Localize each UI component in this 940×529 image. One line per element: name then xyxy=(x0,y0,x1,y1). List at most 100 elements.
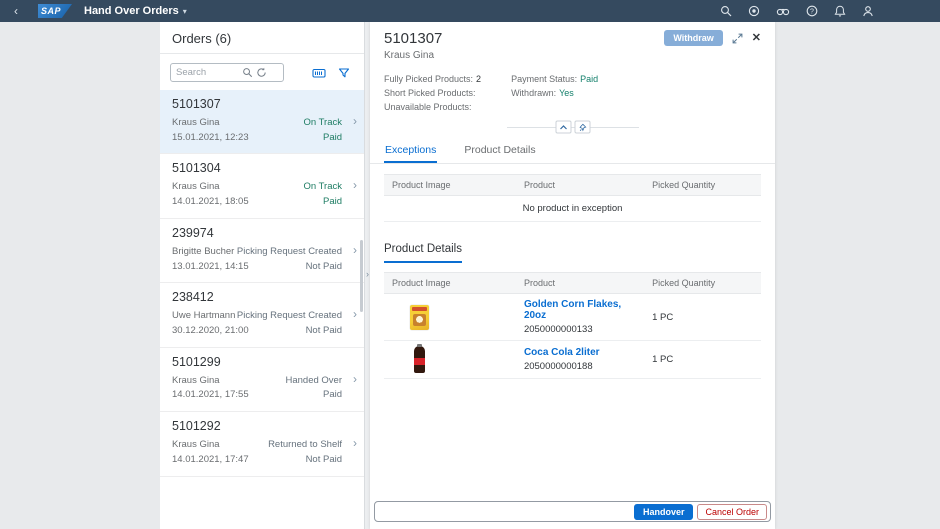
pin-icon[interactable] xyxy=(574,120,590,134)
order-payment-status: Not Paid xyxy=(305,260,342,272)
product-link[interactable]: Golden Corn Flakes, 20oz xyxy=(524,299,636,321)
chevron-right-icon: › xyxy=(353,436,357,451)
order-id: 239974 xyxy=(172,225,214,240)
orders-count-title: Orders (6) xyxy=(172,31,232,46)
order-id: 5101304 xyxy=(172,161,221,176)
app-title[interactable]: Hand Over Orders xyxy=(84,5,179,17)
order-customer: Kraus Gina xyxy=(172,181,220,193)
order-customer: Uwe Hartmann xyxy=(172,310,236,322)
chevron-right-icon: › xyxy=(353,307,357,322)
sap-logo: SAP xyxy=(38,4,72,18)
order-detail-title: 5101307 xyxy=(384,30,443,47)
copilot-icon[interactable] xyxy=(748,5,760,17)
master-header: Orders (6) xyxy=(160,22,364,54)
order-list-item[interactable]: 5101292 Kraus Gina Returned to Shelf 14.… xyxy=(160,412,364,477)
footer-scan-input[interactable] xyxy=(381,504,634,519)
master-toolbar xyxy=(160,54,364,90)
orders-master-panel: Orders (6) 51013 xyxy=(160,22,365,529)
order-status: Handed Over xyxy=(285,374,342,386)
order-list-item[interactable]: 239974 Brigitte Bucher Picking Request C… xyxy=(160,219,364,284)
fact-short-picked: Short Picked Products: xyxy=(384,88,476,99)
barcode-scan-icon[interactable] xyxy=(312,67,326,79)
withdraw-button[interactable]: Withdraw xyxy=(664,30,723,46)
product-ean: 2050000000188 xyxy=(523,361,593,373)
shell-actions: ? xyxy=(720,5,930,17)
notifications-icon[interactable] xyxy=(834,5,846,17)
detail-footer: Handover Cancel Order xyxy=(370,494,775,529)
expand-icon[interactable] xyxy=(732,33,743,44)
chevron-down-icon[interactable]: ▾ xyxy=(183,7,187,16)
order-status: On Track xyxy=(303,181,342,193)
order-payment-status: Paid xyxy=(322,131,342,143)
order-datetime: 14.01.2021, 17:47 xyxy=(172,453,249,465)
footer-bar: Handover Cancel Order xyxy=(374,501,771,522)
order-datetime: 14.01.2021, 17:55 xyxy=(172,389,249,401)
product-details-table: Product Image Product Picked Quantity Go… xyxy=(384,272,761,380)
fact-unavailable: Unavailable Products: xyxy=(384,102,472,113)
order-payment-status: Paid xyxy=(322,389,342,401)
exceptions-table: Product Image Product Picked Quantity No… xyxy=(384,174,761,223)
product-row: Coca Cola 2liter 2050000000188 1 PC xyxy=(384,340,761,380)
search-icon[interactable] xyxy=(242,67,253,78)
order-status: On Track xyxy=(303,117,342,128)
cancel-order-button[interactable]: Cancel Order xyxy=(697,503,767,520)
product-ean: 2050000000133 xyxy=(523,324,593,336)
order-datetime: 14.01.2021, 18:05 xyxy=(172,196,249,208)
toolbar-icons xyxy=(312,67,354,79)
product-row: Golden Corn Flakes, 20oz 2050000000133 1… xyxy=(384,293,761,342)
product-details-section: Product Details xyxy=(384,239,761,264)
product-link[interactable]: Coca Cola 2liter xyxy=(524,347,636,358)
help-icon[interactable]: ? xyxy=(806,5,818,17)
profile-icon[interactable] xyxy=(862,5,874,17)
products-col-picked-quantity: Picked Quantity xyxy=(644,272,761,295)
detail-tabs: Exceptions Product Details xyxy=(370,137,775,165)
tab-exceptions[interactable]: Exceptions xyxy=(384,137,438,164)
order-customer: Kraus Gina xyxy=(172,439,220,451)
order-list-item[interactable]: 5101304 Kraus Gina On Track 14.01.2021, … xyxy=(160,154,364,219)
order-status: Picking Request Created xyxy=(236,245,342,257)
order-list-item[interactable]: 5101299 Kraus Gina Handed Over 14.01.202… xyxy=(160,348,364,413)
picked-quantity: 1 PC xyxy=(644,340,761,380)
order-customer: Kraus Gina xyxy=(172,374,220,386)
order-status: Returned to Shelf xyxy=(268,439,342,451)
order-payment-status: Not Paid xyxy=(305,453,342,465)
order-customer: Brigitte Bucher xyxy=(172,245,235,257)
order-payment-status: Paid xyxy=(322,196,342,208)
shell-bar: ‹ SAP Hand Over Orders ▾ ? xyxy=(0,0,940,22)
exceptions-col-product: Product xyxy=(515,174,645,197)
collapse-header-icon[interactable] xyxy=(555,120,571,134)
search-box xyxy=(170,63,284,82)
chevron-right-icon: › xyxy=(353,371,357,386)
search-input[interactable] xyxy=(176,67,242,78)
search-icon[interactable] xyxy=(720,5,732,17)
order-list-item[interactable]: 5101307 Kraus Gina On Track 15.01.2021, … xyxy=(160,90,364,155)
header-collapse-row xyxy=(384,117,761,137)
order-detail-subtitle: Kraus Gina xyxy=(384,50,435,61)
fact-fully-picked: Fully Picked Products: 2 xyxy=(384,74,482,84)
order-status: Picking Request Created xyxy=(236,310,342,322)
order-id: 5101307 xyxy=(172,97,221,111)
exceptions-col-product-image: Product Image xyxy=(384,174,516,197)
refresh-icon[interactable] xyxy=(256,67,267,78)
order-id: 5101299 xyxy=(172,354,221,369)
picked-quantity: 1 PC xyxy=(644,293,761,342)
order-list-item[interactable]: 238412 Uwe Hartmann Picking Request Crea… xyxy=(160,283,364,348)
app-screen: ‹ SAP Hand Over Orders ▾ ? Orders (6) Se… xyxy=(0,0,940,529)
tab-product-details[interactable]: Product Details xyxy=(463,137,536,163)
product-details-title: Product Details xyxy=(384,243,462,264)
chevron-right-icon: › xyxy=(353,242,357,257)
handover-button[interactable]: Handover xyxy=(633,503,694,520)
detail-actions: Withdraw ✕ xyxy=(664,30,761,46)
header-facts: Fully Picked Products: 2 Short Picked Pro… xyxy=(384,73,761,114)
svg-text:?: ? xyxy=(810,8,814,15)
fact-withdrawn: Withdrawn: Yes xyxy=(511,88,574,99)
binoculars-icon[interactable] xyxy=(776,5,790,17)
order-payment-status: Not Paid xyxy=(305,325,342,337)
order-detail-panel: 5101307 Withdraw ✕ Kraus Gina Fully Pick… xyxy=(370,22,775,529)
order-id: 238412 xyxy=(172,290,214,305)
products-col-product: Product xyxy=(515,272,645,295)
filter-icon[interactable] xyxy=(338,67,350,79)
chevron-right-icon: › xyxy=(353,178,357,193)
order-customer: Kraus Gina xyxy=(172,117,220,128)
back-icon[interactable]: ‹ xyxy=(10,5,22,17)
